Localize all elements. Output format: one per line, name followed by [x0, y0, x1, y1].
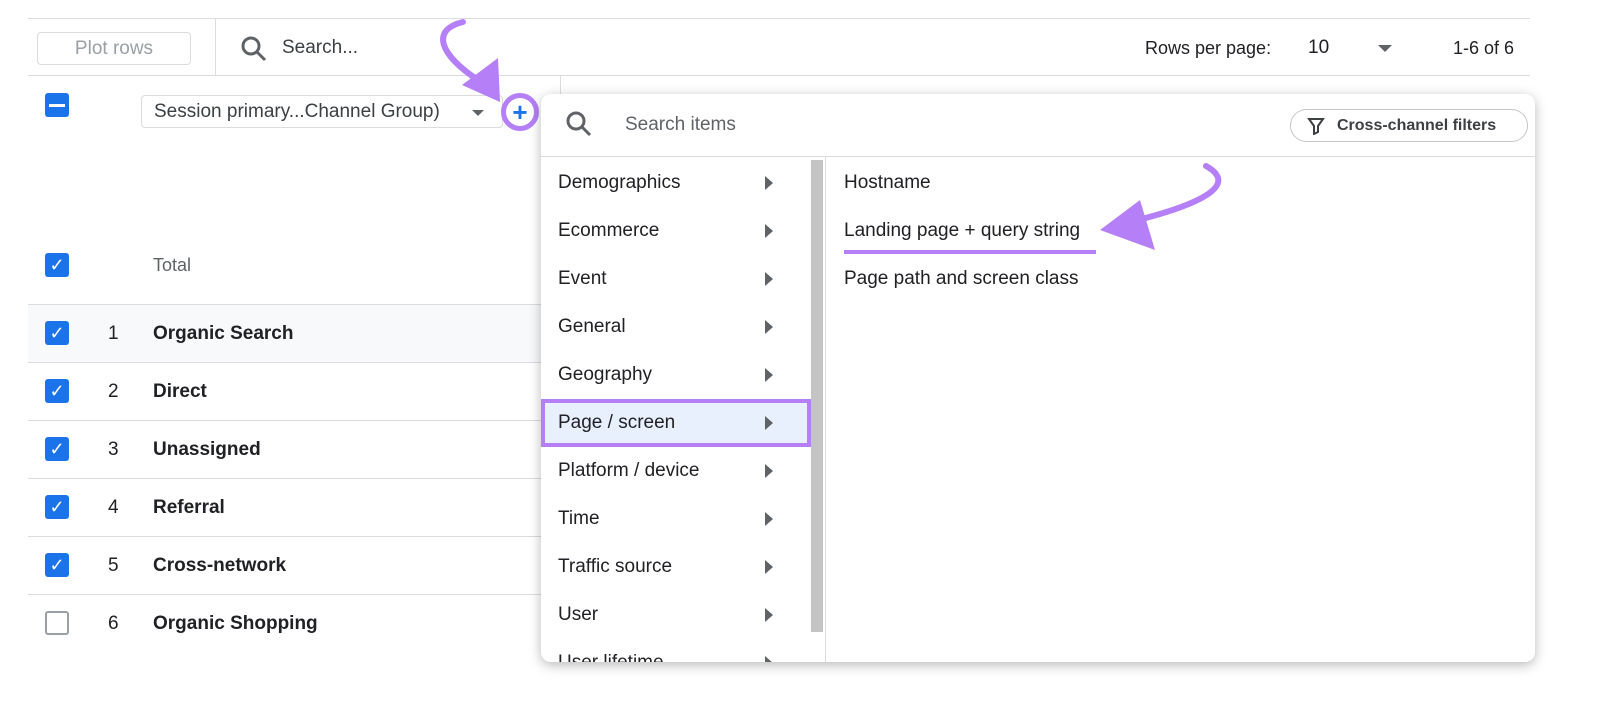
dimension-select[interactable]: Session primary...Channel Group) [141, 95, 503, 128]
chevron-right-icon [765, 176, 773, 190]
category-time[interactable]: Time [541, 495, 811, 543]
row-label[interactable]: Organic Shopping [153, 613, 318, 635]
category-user[interactable]: User [541, 591, 811, 639]
cross-channel-label: Cross-channel filters [1337, 116, 1497, 134]
category-label: User lifetime [558, 652, 664, 662]
row-number: 4 [108, 497, 119, 518]
total-label: Total [153, 255, 192, 275]
category-label: General [558, 316, 626, 337]
toolbar-divider [215, 18, 216, 75]
plot-rows-button[interactable]: Plot rows [37, 32, 191, 65]
search-items-input[interactable]: Search items [625, 114, 736, 136]
row-divider [28, 304, 542, 305]
category-label: Geography [558, 364, 653, 385]
dropdown-arrow-icon [472, 110, 484, 116]
dimension-item[interactable]: Page path and screen class [844, 268, 1079, 290]
row-number: 3 [108, 439, 119, 460]
arrow-to-plus-icon [440, 19, 481, 83]
row-checkbox[interactable]: ✓ [45, 379, 69, 403]
chevron-right-icon [765, 224, 773, 238]
row-number: 5 [108, 555, 119, 576]
row-divider [28, 362, 542, 363]
filter-icon [1307, 118, 1325, 135]
row-divider [28, 594, 542, 595]
category-platform-device[interactable]: Platform / device [541, 447, 811, 495]
row-label[interactable]: Cross-network [153, 555, 286, 577]
pagination-text: 1-6 of 6 [1453, 38, 1515, 58]
category-label: Event [558, 268, 607, 289]
category-general[interactable]: General [541, 303, 811, 351]
toolbar-border [28, 75, 1530, 76]
category-label: Platform / device [558, 460, 700, 481]
chevron-right-icon [765, 320, 773, 334]
dimension-item[interactable]: Landing page + query string [844, 220, 1080, 242]
check-icon: ✓ [49, 438, 65, 459]
check-icon: ✓ [49, 496, 65, 517]
row-label[interactable]: Direct [153, 381, 207, 403]
category-label: Traffic source [558, 556, 673, 577]
category-page-screen[interactable]: Page / screen [541, 399, 811, 447]
category-geography[interactable]: Geography [541, 351, 811, 399]
check-icon: ✓ [49, 254, 65, 275]
table-search-input[interactable]: Search... [282, 37, 358, 59]
category-event[interactable]: Event [541, 255, 811, 303]
chevron-right-icon [765, 608, 773, 622]
chevron-right-icon [765, 512, 773, 526]
total-checkbox[interactable]: ✓ [45, 253, 69, 277]
chevron-right-icon [765, 464, 773, 478]
row-checkbox[interactable]: ✓ [45, 495, 69, 519]
search-icon [241, 36, 267, 62]
row-checkbox[interactable] [45, 611, 69, 635]
dimension-item[interactable]: Hostname [844, 172, 931, 194]
chevron-right-icon [765, 368, 773, 382]
chevron-right-icon [765, 560, 773, 574]
plus-icon: + [512, 97, 528, 127]
row-divider [28, 478, 542, 479]
minus-icon [49, 103, 65, 107]
column-divider [560, 76, 561, 96]
row-number: 6 [108, 613, 119, 634]
row-divider [28, 420, 542, 421]
row-number: 2 [108, 381, 119, 402]
check-icon: ✓ [49, 322, 65, 343]
chevron-right-icon [765, 416, 773, 430]
category-label: Page / screen [558, 412, 676, 433]
dimension-picker-popup: Search items Cross-channel filters Demog… [541, 94, 1535, 662]
column-divider [825, 157, 826, 662]
chevron-right-icon [765, 272, 773, 286]
row-label[interactable]: Organic Search [153, 323, 293, 345]
add-dimension-button[interactable]: + [501, 93, 539, 131]
check-icon: ✓ [49, 554, 65, 575]
dimension-select-value: Session primary...Channel Group) [154, 101, 440, 122]
rows-per-page-select[interactable]: 10 [1308, 37, 1398, 61]
dropdown-arrow-icon [1378, 45, 1392, 52]
row-checkbox[interactable]: ✓ [45, 321, 69, 345]
category-label: Ecommerce [558, 220, 660, 241]
row-divider [28, 536, 542, 537]
row-checkbox[interactable]: ✓ [45, 553, 69, 577]
select-all-checkbox[interactable] [45, 93, 69, 117]
scrollbar[interactable] [811, 160, 823, 632]
chevron-right-icon [765, 656, 773, 662]
row-number: 1 [108, 323, 119, 344]
cross-channel-filters-button[interactable]: Cross-channel filters [1290, 109, 1528, 142]
category-traffic-source[interactable]: Traffic source [541, 543, 811, 591]
category-label: Time [558, 508, 600, 529]
row-checkbox[interactable]: ✓ [45, 437, 69, 461]
category-label: User [558, 604, 599, 625]
row-label[interactable]: Referral [153, 497, 225, 519]
annotation-underline [844, 250, 1096, 254]
popup-divider [541, 156, 1535, 157]
search-icon [566, 111, 592, 137]
check-icon: ✓ [49, 380, 65, 401]
row-label[interactable]: Unassigned [153, 439, 261, 461]
category-user-lifetime[interactable]: User lifetime [541, 639, 811, 662]
category-ecommerce[interactable]: Ecommerce [541, 207, 811, 255]
top-border [28, 18, 1530, 19]
rows-per-page-label: Rows per page: [1145, 38, 1272, 58]
category-label: Demographics [558, 172, 681, 193]
rows-per-page-value: 10 [1308, 37, 1330, 58]
category-demographics[interactable]: Demographics [541, 159, 811, 207]
